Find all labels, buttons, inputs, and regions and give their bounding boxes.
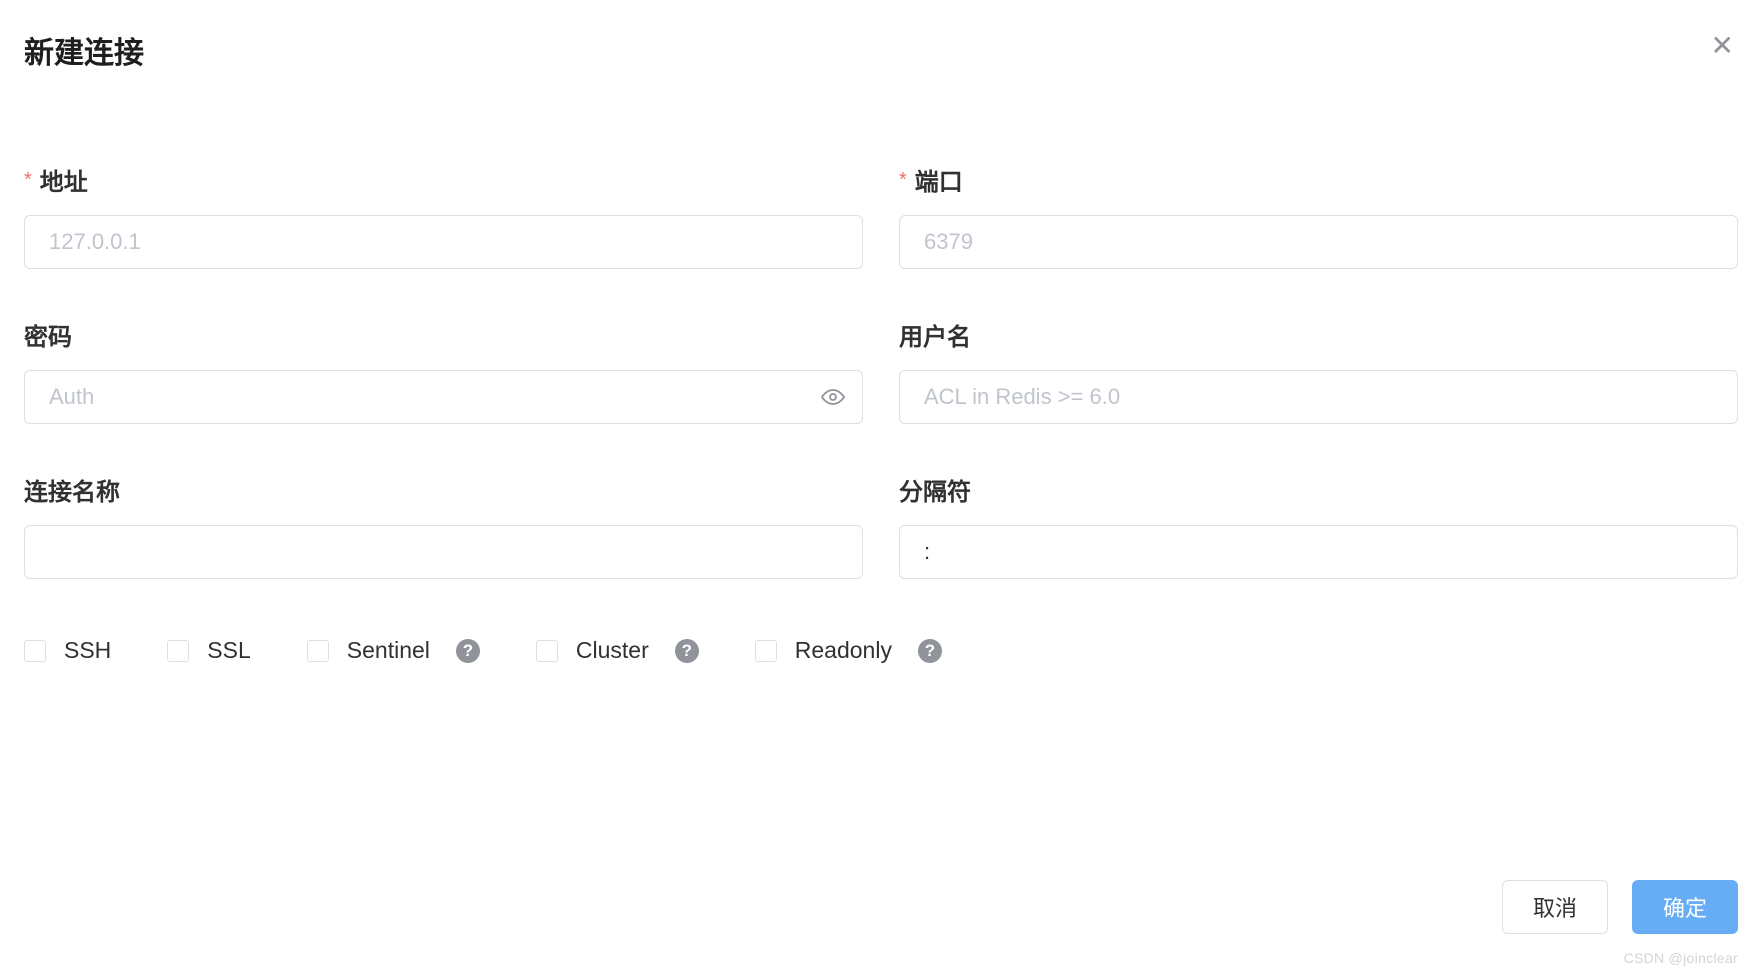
form-item-port: * 端口 xyxy=(899,162,1738,269)
password-label-text: 密码 xyxy=(24,317,72,352)
checkbox-cluster-label: Cluster xyxy=(576,637,649,664)
port-label: * 端口 xyxy=(899,162,1738,197)
form-item-address: * 地址 xyxy=(24,162,863,269)
form-item-connection-name: 连接名称 xyxy=(24,472,863,579)
checkbox-ssl-label: SSL xyxy=(207,637,250,664)
checkbox-box xyxy=(307,640,329,662)
checkbox-ssh-label: SSH xyxy=(64,637,111,664)
form-item-password: 密码 xyxy=(24,317,863,424)
close-button[interactable]: ✕ xyxy=(1707,28,1738,64)
watermark: CSDN @joinclear xyxy=(1624,950,1738,966)
connection-name-input[interactable] xyxy=(24,525,863,579)
connection-name-label-text: 连接名称 xyxy=(24,472,120,507)
close-icon: ✕ xyxy=(1711,30,1734,61)
username-label-text: 用户名 xyxy=(899,317,971,352)
form-item-username: 用户名 xyxy=(899,317,1738,424)
help-icon[interactable]: ? xyxy=(675,639,699,663)
help-icon[interactable]: ? xyxy=(918,639,942,663)
checkbox-box xyxy=(536,640,558,662)
connection-name-input-wrapper xyxy=(24,525,863,579)
dialog-title: 新建连接 xyxy=(24,28,144,72)
checkbox-ssl[interactable]: SSL xyxy=(167,637,250,664)
port-label-text: 端口 xyxy=(915,162,963,197)
username-input-wrapper xyxy=(899,370,1738,424)
port-input[interactable] xyxy=(899,215,1738,269)
username-input[interactable] xyxy=(899,370,1738,424)
separator-label-text: 分隔符 xyxy=(899,472,971,507)
password-input-wrapper xyxy=(24,370,863,424)
checkbox-box xyxy=(167,640,189,662)
separator-input[interactable] xyxy=(899,525,1738,579)
port-input-wrapper xyxy=(899,215,1738,269)
address-input[interactable] xyxy=(24,215,863,269)
form-body: * 地址 * 端口 密码 xyxy=(24,162,1738,579)
checkbox-cluster[interactable]: Cluster ? xyxy=(536,637,699,664)
confirm-button[interactable]: 确定 xyxy=(1632,880,1738,934)
help-icon[interactable]: ? xyxy=(456,639,480,663)
address-label: * 地址 xyxy=(24,162,863,197)
separator-label: 分隔符 xyxy=(899,472,1738,507)
checkbox-sentinel[interactable]: Sentinel ? xyxy=(307,637,480,664)
separator-input-wrapper xyxy=(899,525,1738,579)
checkbox-ssh[interactable]: SSH xyxy=(24,637,111,664)
password-label: 密码 xyxy=(24,317,863,352)
cancel-button[interactable]: 取消 xyxy=(1502,880,1608,934)
password-input[interactable] xyxy=(24,370,863,424)
eye-icon xyxy=(821,385,845,409)
checkbox-readonly-label: Readonly xyxy=(795,637,892,664)
dialog-footer: 取消 确定 xyxy=(1502,880,1738,934)
checkbox-row: SSH SSL Sentinel ? Cluster ? Readonly ? xyxy=(24,637,1738,664)
username-label: 用户名 xyxy=(899,317,1738,352)
connection-name-label: 连接名称 xyxy=(24,472,863,507)
form-item-separator: 分隔符 xyxy=(899,472,1738,579)
checkbox-sentinel-label: Sentinel xyxy=(347,637,430,664)
toggle-password-visibility[interactable] xyxy=(821,385,845,409)
required-mark: * xyxy=(24,170,32,190)
required-mark: * xyxy=(899,170,907,190)
dialog-header: 新建连接 ✕ xyxy=(24,28,1738,72)
checkbox-box xyxy=(24,640,46,662)
address-label-text: 地址 xyxy=(40,162,88,197)
address-input-wrapper xyxy=(24,215,863,269)
checkbox-readonly[interactable]: Readonly ? xyxy=(755,637,942,664)
checkbox-box xyxy=(755,640,777,662)
